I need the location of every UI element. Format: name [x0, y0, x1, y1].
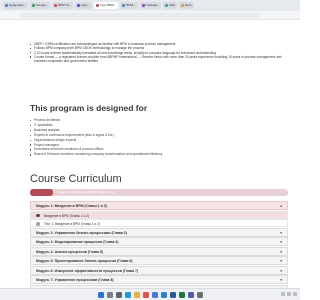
- module-title: Модуль 6: Измерение эффективности процес…: [36, 268, 139, 273]
- tab-favicon-icon: [5, 4, 8, 7]
- browser-tab[interactable]: Курс BPM...: [94, 2, 119, 9]
- tab-favicon-icon: [77, 4, 81, 7]
- teams-icon[interactable]: [187, 291, 194, 298]
- tab-label: Mail: [169, 3, 175, 7]
- module-header[interactable]: Модуль 7: Управление процессами (Глава 8…: [30, 275, 288, 284]
- tab-favicon-icon: [32, 4, 36, 7]
- module-title: Модуль 7: Управление процессами (Глава 8…: [36, 278, 114, 282]
- tab-favicon-icon: [141, 4, 145, 7]
- tab-label: Курс BPM...: [100, 3, 117, 7]
- search-icon[interactable]: [106, 291, 113, 298]
- address-bar[interactable]: [0, 11, 300, 20]
- module-header[interactable]: Модуль 2: Управление бизнес-процессами (…: [30, 227, 288, 237]
- tab-label: BPM Ta...: [58, 3, 72, 7]
- progress-fill: [30, 189, 54, 196]
- module-header[interactable]: Модуль 4: Анализ процессов (Глава 5) ▾: [30, 246, 288, 256]
- system-tray: [281, 292, 297, 296]
- tab-favicon-icon: [96, 4, 100, 7]
- tab-favicon-icon: [165, 4, 169, 7]
- lesson-title: Введение в BPM (Главы 1 и 2): [44, 213, 89, 218]
- module-title: Модуль 4: Анализ процессов (Глава 5): [36, 249, 104, 254]
- tab-favicon-icon: [54, 4, 58, 7]
- quiz-icon: [36, 222, 40, 226]
- battery-icon[interactable]: [293, 292, 297, 296]
- browser-tab[interactable]: BPM Ta...: [52, 2, 74, 9]
- curriculum-title: Course Curriculum: [30, 173, 122, 185]
- intro-bullet: Course format — a registered license pro…: [30, 55, 285, 64]
- module-title: Модуль 2: Управление бизнес-процессами (…: [36, 230, 127, 235]
- tab-favicon-icon: [180, 4, 184, 7]
- chrome-icon[interactable]: [142, 291, 149, 298]
- browser-tab[interactable]: Главная...: [139, 2, 162, 9]
- url-field[interactable]: [20, 13, 260, 18]
- module-header[interactable]: Модуль 3: Моделирование процессов (Глава…: [30, 237, 288, 246]
- module-list: Модуль 1: Введение в BPM (Главы 1 и 2) ▴ В…: [30, 201, 288, 288]
- video-lesson-icon: [36, 213, 40, 218]
- audience-title: This program is designed for: [30, 103, 148, 113]
- tab-favicon-icon: [122, 4, 126, 7]
- lesson-item[interactable]: Тест 1: Введение в BPM (Главы 1 и 2): [30, 219, 288, 227]
- browser-tab[interactable]: Google...: [30, 2, 51, 9]
- module-title: Модуль 5: Проектирование бизнес-процессо…: [36, 259, 133, 263]
- browser-tab[interactable]: Курс...: [75, 2, 93, 9]
- browser-tab-strip: Цифровое... Google... BPM Ta... Курс... Курс…: [0, 0, 300, 11]
- tab-label: Цифровое...: [9, 3, 27, 7]
- windows-taskbar: [0, 288, 300, 300]
- module-header[interactable]: Модуль 1: Введение в BPM (Главы 1 и 2) ▴: [30, 201, 288, 210]
- module-title: Модуль 3: Моделирование процессов (Глава…: [36, 240, 119, 244]
- tab-label: ВПМ...: [126, 3, 136, 7]
- excel-icon[interactable]: [178, 291, 185, 298]
- lesson-item[interactable]: Введение в BPM (Главы 1 и 2): [30, 210, 288, 219]
- module-header[interactable]: Модуль 6: Измерение эффективности процес…: [30, 265, 288, 275]
- settings-icon[interactable]: [196, 291, 203, 298]
- audience-item: Board of Directors members overseeing co…: [30, 152, 230, 157]
- module-title: Модуль 1: Введение в BPM (Главы 1 и 2): [36, 204, 107, 208]
- browser-tab[interactable]: Docs: [178, 2, 194, 9]
- explorer-icon[interactable]: [133, 291, 140, 298]
- tab-label: Главная...: [145, 3, 160, 7]
- mail-icon[interactable]: [160, 291, 167, 298]
- browser-tab[interactable]: Mail: [163, 2, 177, 9]
- browser-tab[interactable]: ВПМ...: [120, 2, 138, 9]
- tab-label: Docs: [184, 3, 192, 7]
- wifi-icon[interactable]: [281, 292, 285, 296]
- page-content: CBPP / CBPA certification are acknowledg…: [0, 20, 300, 288]
- start-icon[interactable]: [97, 291, 104, 298]
- audience-list: Process architects IT specialists Business…: [30, 118, 230, 157]
- tab-label: Курс...: [81, 3, 91, 7]
- word-icon[interactable]: [169, 291, 176, 298]
- edge-icon[interactable]: [124, 291, 131, 298]
- progress-label: Модуль 1. Введение в BPM (Глава 1 и 2): [58, 190, 115, 194]
- module-header[interactable]: Модуль 5: Проектирование бизнес-процессо…: [30, 256, 288, 265]
- task-view-icon[interactable]: [115, 291, 122, 298]
- store-icon[interactable]: [151, 291, 158, 298]
- lesson-title: Тест 1: Введение в BPM (Главы 1 и 2): [44, 222, 100, 226]
- course-progress-bar: Модуль 1. Введение в BPM (Глава 1 и 2): [30, 189, 288, 196]
- tab-label: Google...: [36, 3, 49, 7]
- volume-icon[interactable]: [287, 292, 291, 296]
- intro-bullets: CBPP / CBPA certification are acknowledg…: [30, 42, 285, 63]
- browser-tab[interactable]: Цифровое...: [3, 2, 29, 9]
